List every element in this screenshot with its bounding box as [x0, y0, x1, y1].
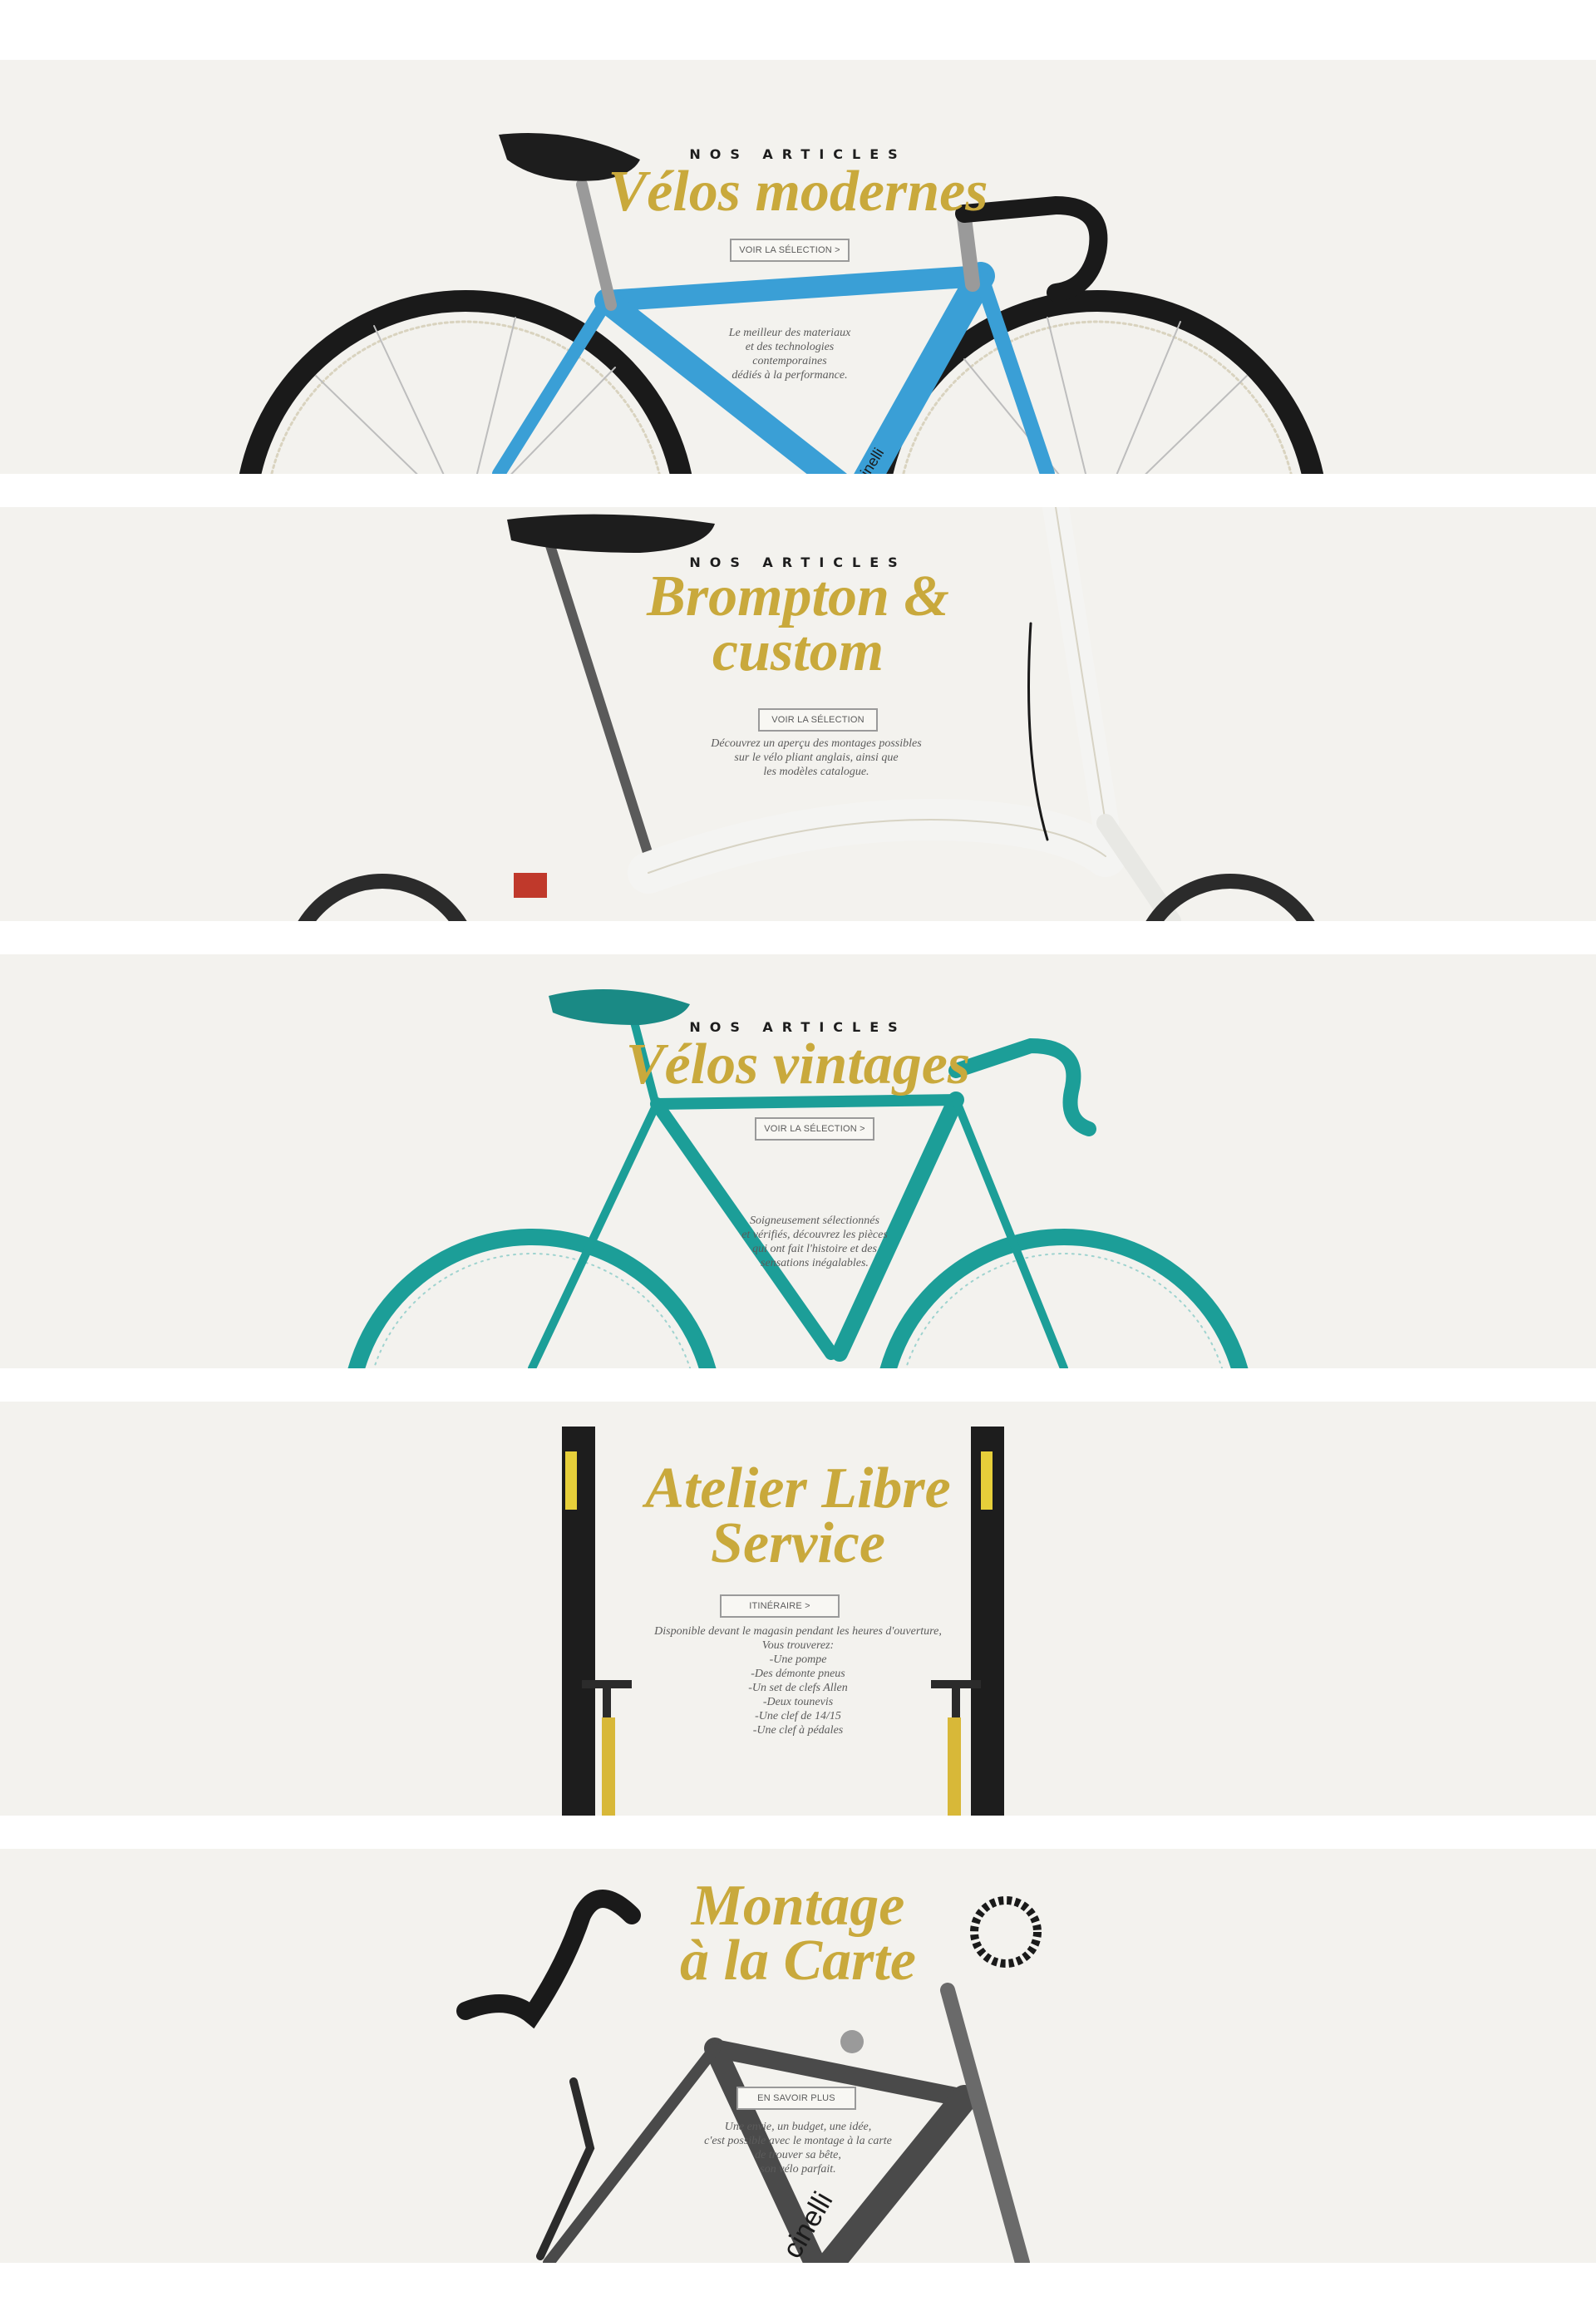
vintage-bike-illustration: [347, 989, 1249, 1368]
panel-montage-a-la-carte[interactable]: cinelli Montage à la Carte EN SAVOIR PLU…: [0, 1849, 1596, 2263]
section-description: Disponible devant le magasin pendant les…: [654, 1625, 942, 1737]
section-title: Vélos vintages: [625, 1032, 971, 1096]
en-savoir-plus-button[interactable]: EN SAVOIR PLUS: [736, 2087, 856, 2110]
panel-atelier-libre-service[interactable]: Atelier Libre Service ITINÉRAIRE > Dispo…: [0, 1402, 1596, 1816]
voir-selection-button[interactable]: VOIR LA SÉLECTION >: [730, 239, 850, 262]
section-title: Montage à la Carte: [680, 1874, 916, 1993]
voir-selection-button[interactable]: VOIR LA SÉLECTION >: [755, 1117, 874, 1141]
section-description: Découvrez un aperçu des montages possibl…: [711, 737, 922, 778]
section-title: Brompton & custom: [647, 564, 949, 683]
section-description: Une envie, un budget, une idée, c'est po…: [704, 2121, 892, 2176]
section-title: Vélos modernes: [608, 160, 988, 224]
panel-velos-vintages[interactable]: NOS ARTICLES Vélos vintages VOIR LA SÉLE…: [0, 954, 1596, 1368]
section-description: Le meilleur des materiaux et des technol…: [728, 327, 851, 382]
panel-brompton-custom[interactable]: NOS ARTICLES Brompton & custom VOIR LA S…: [0, 507, 1596, 921]
section-description: Soigneusement sélectionnés et vérifiés, …: [741, 1215, 888, 1269]
panel-velos-modernes[interactable]: cinelli NOS ARTICLES Vélos modernes VOIR…: [0, 60, 1596, 474]
section-title: Atelier Libre Service: [645, 1456, 951, 1575]
itineraire-button[interactable]: ITINÉRAIRE >: [720, 1594, 840, 1618]
voir-selection-button[interactable]: VOIR LA SÉLECTION: [758, 708, 878, 732]
modern-bike-illustration: cinelli: [239, 133, 1324, 474]
